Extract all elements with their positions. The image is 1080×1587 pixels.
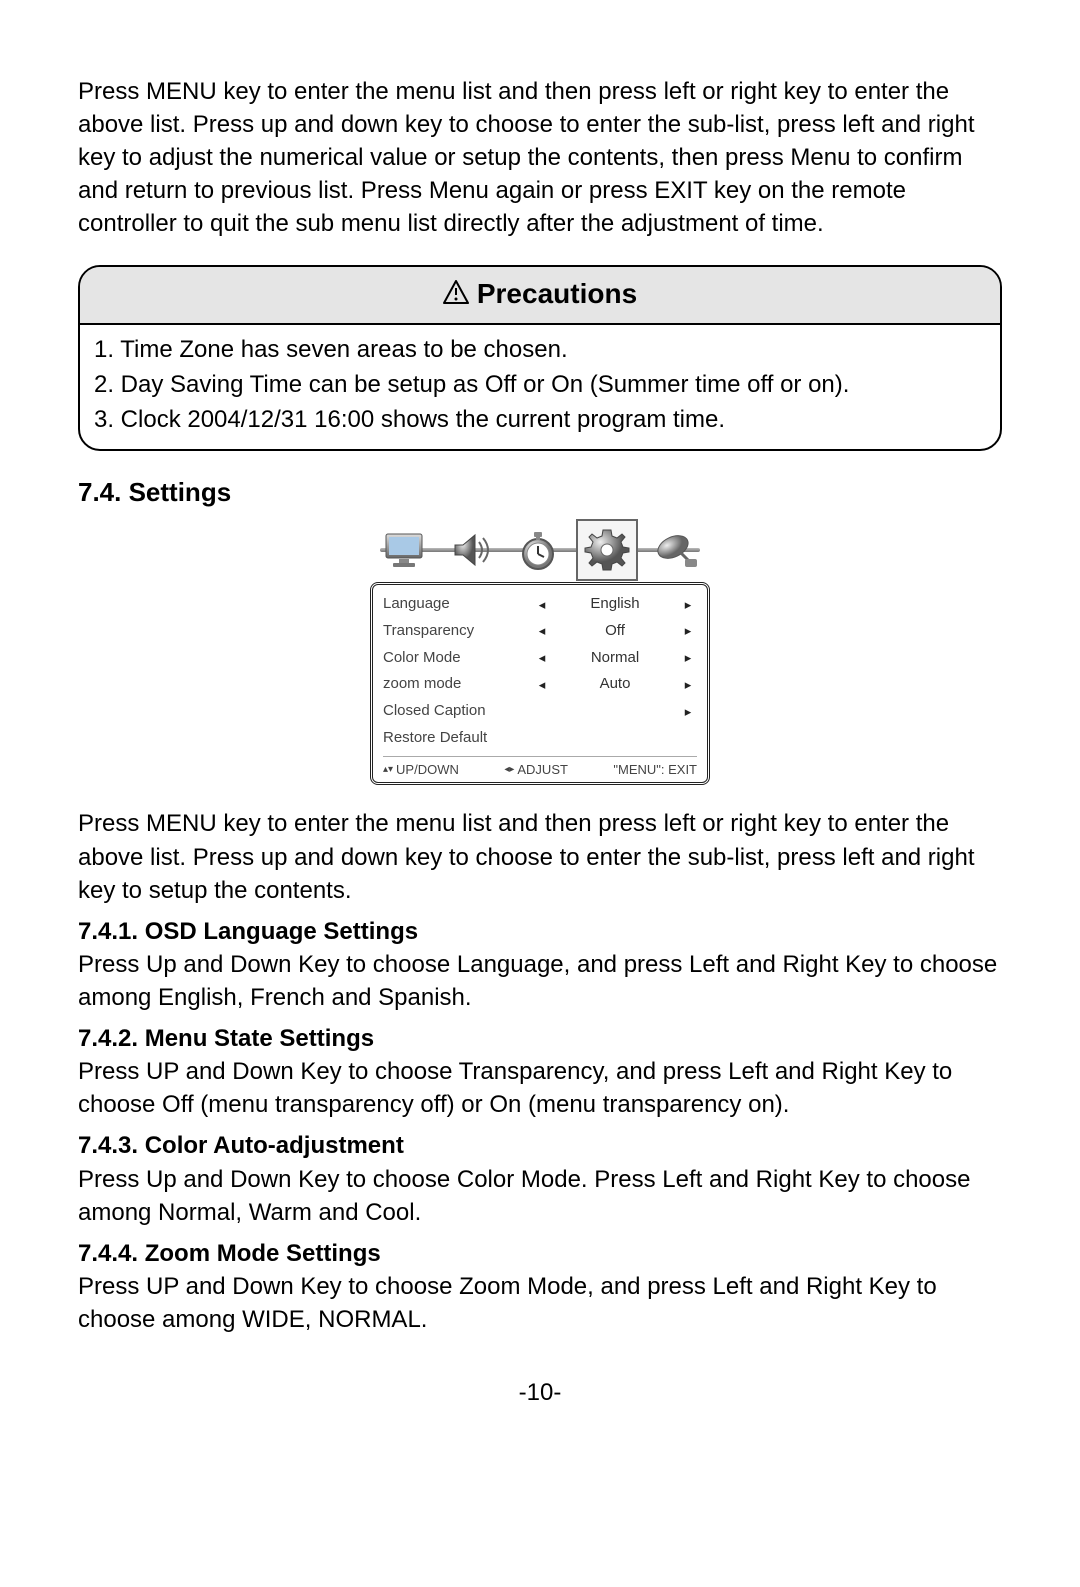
satellite-icon: [647, 523, 705, 577]
footer-exit: "MENU": EXIT: [613, 761, 697, 779]
settings-menu-figure: Language ◂ English ▸ Transparency ◂ Off …: [78, 520, 1002, 785]
menu-body: Language ◂ English ▸ Transparency ◂ Off …: [370, 582, 710, 785]
section-7-4-4-text: Press UP and Down Key to choose Zoom Mod…: [78, 1270, 1002, 1336]
left-arrow-icon: ◂: [533, 649, 551, 667]
menu-row-zoom-mode: zoom mode ◂ Auto ▸: [383, 671, 697, 698]
menu-label: Transparency: [383, 621, 533, 642]
precautions-item: 3. Clock 2004/12/31 16:00 shows the curr…: [94, 403, 986, 436]
footer-updown: ▴▾UP/DOWN: [383, 761, 459, 779]
left-right-arrows-icon: ◂▸: [504, 763, 514, 777]
footer-adjust: ◂▸ADJUST: [504, 761, 568, 779]
up-down-arrows-icon: ▴▾: [383, 763, 393, 777]
monitor-icon: [375, 523, 433, 577]
menu-row-language: Language ◂ English ▸: [383, 591, 697, 618]
speaker-icon: [442, 523, 500, 577]
precautions-item: 2. Day Saving Time can be setup as Off o…: [94, 368, 986, 401]
menu-label: Color Mode: [383, 648, 533, 669]
precautions-header: Precautions: [80, 267, 1000, 326]
section-7-4-3-text: Press Up and Down Key to choose Color Mo…: [78, 1163, 1002, 1229]
intro-paragraph: Press MENU key to enter the menu list an…: [78, 75, 1002, 241]
menu-tab-icons: [370, 520, 710, 580]
precautions-item: 1. Time Zone has seven areas to be chose…: [94, 333, 986, 366]
right-arrow-icon: ▸: [679, 703, 697, 721]
section-7-4-1-heading: 7.4.1. OSD Language Settings: [78, 915, 1002, 948]
section-7-4-3-heading: 7.4.3. Color Auto-adjustment: [78, 1129, 1002, 1162]
menu-label: Restore Default: [383, 728, 533, 749]
menu-label: zoom mode: [383, 674, 533, 695]
section-7-4-4-heading: 7.4.4. Zoom Mode Settings: [78, 1237, 1002, 1270]
precautions-box: Precautions 1. Time Zone has seven areas…: [78, 265, 1002, 451]
menu-row-closed-caption: Closed Caption ▸: [383, 698, 697, 725]
page-number: -10-: [78, 1376, 1002, 1409]
right-arrow-icon: ▸: [679, 622, 697, 640]
left-arrow-icon: ◂: [533, 622, 551, 640]
menu-value: Off: [551, 621, 679, 642]
section-7-4-1-text: Press Up and Down Key to choose Language…: [78, 948, 1002, 1014]
menu-value: Auto: [551, 674, 679, 695]
right-arrow-icon: ▸: [679, 649, 697, 667]
menu-row-restore-default: Restore Default: [383, 725, 697, 752]
left-arrow-icon: ◂: [533, 596, 551, 614]
left-arrow-icon: ◂: [533, 676, 551, 694]
section-7-4-2-heading: 7.4.2. Menu State Settings: [78, 1022, 1002, 1055]
gear-icon: [576, 519, 638, 581]
section-7-4-2-text: Press UP and Down Key to choose Transpar…: [78, 1055, 1002, 1121]
right-arrow-icon: ▸: [679, 676, 697, 694]
menu-footer: ▴▾UP/DOWN ◂▸ADJUST "MENU": EXIT: [383, 756, 697, 779]
menu-value: English: [551, 594, 679, 615]
menu-label: Language: [383, 594, 533, 615]
precautions-body: 1. Time Zone has seven areas to be chose…: [80, 325, 1000, 448]
right-arrow-icon: ▸: [679, 596, 697, 614]
settings-intro-paragraph: Press MENU key to enter the menu list an…: [78, 807, 1002, 906]
warning-icon: [443, 280, 469, 304]
clock-icon: [509, 523, 567, 577]
settings-heading: 7.4. Settings: [78, 475, 1002, 511]
menu-row-color-mode: Color Mode ◂ Normal ▸: [383, 645, 697, 672]
menu-value: Normal: [551, 648, 679, 669]
precautions-title: Precautions: [477, 275, 637, 314]
menu-label: Closed Caption: [383, 701, 533, 722]
menu-row-transparency: Transparency ◂ Off ▸: [383, 618, 697, 645]
